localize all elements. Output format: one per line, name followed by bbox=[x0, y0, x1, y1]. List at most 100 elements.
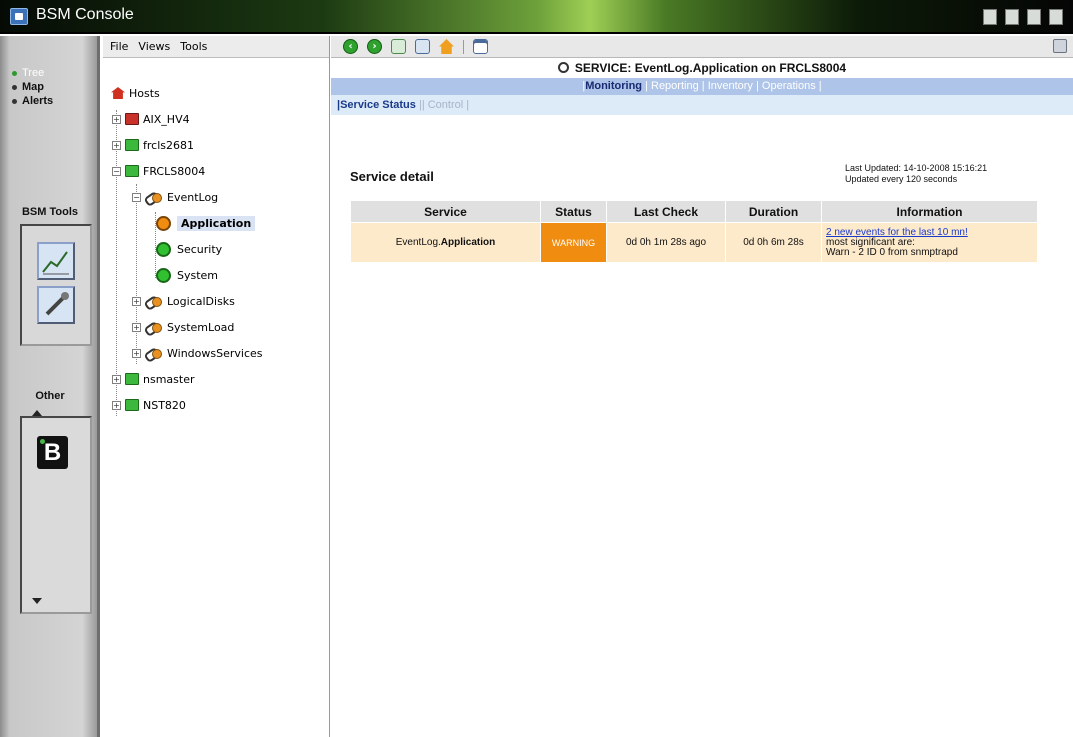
service-group-icon bbox=[145, 321, 163, 334]
bsm-tools-title: BSM Tools bbox=[21, 206, 78, 218]
tab-reporting[interactable]: Reporting bbox=[651, 80, 699, 92]
refresh-icon[interactable] bbox=[415, 39, 430, 54]
back-icon[interactable]: ‹ bbox=[343, 39, 358, 54]
tree-node-host[interactable]: + NST820 bbox=[112, 396, 186, 414]
server-icon bbox=[125, 139, 139, 151]
tree-guide-line bbox=[136, 184, 137, 364]
service-group-icon bbox=[145, 295, 163, 308]
bsm-logo-icon bbox=[10, 8, 28, 25]
tab-operations[interactable]: Operations bbox=[762, 80, 816, 92]
tools-icon[interactable] bbox=[37, 286, 75, 324]
expand-icon[interactable]: + bbox=[112, 140, 121, 150]
bsm-b-icon[interactable]: B bbox=[37, 436, 68, 469]
window-icon[interactable] bbox=[473, 39, 488, 54]
tree-node-label: System bbox=[177, 268, 219, 282]
document-icon[interactable] bbox=[391, 39, 406, 54]
server-icon bbox=[125, 113, 139, 125]
expand-icon[interactable]: + bbox=[112, 114, 121, 124]
home-icon bbox=[111, 87, 125, 99]
tree-node-label: nsmaster bbox=[143, 372, 195, 386]
title-actions bbox=[983, 9, 1063, 25]
tree-panel: File Views Tools Hosts + AIX_HV4 + frcls… bbox=[103, 36, 330, 737]
tree-node-label: WindowsServices bbox=[167, 346, 263, 360]
table-header-row: Service Status Last Check Duration Infor… bbox=[350, 200, 1038, 223]
server-icon bbox=[125, 399, 139, 411]
tree-node-hosts[interactable]: Hosts bbox=[111, 84, 160, 102]
service-detail-title: Service detail bbox=[350, 169, 434, 184]
bullet-icon bbox=[12, 84, 17, 90]
tree-node-host[interactable]: + frcls2681 bbox=[112, 136, 194, 154]
bullet-icon bbox=[12, 70, 17, 76]
service-table: Service Status Last Check Duration Infor… bbox=[350, 200, 1038, 263]
nav-item-map[interactable]: Map bbox=[12, 80, 53, 94]
tree-node-label: Security bbox=[177, 242, 223, 256]
cell-last-check: 0d 0h 1m 28s ago bbox=[606, 222, 726, 263]
nav-item-tree[interactable]: Tree bbox=[12, 66, 53, 80]
nav-item-label: Tree bbox=[22, 67, 45, 79]
tree-node-label: SystemLoad bbox=[167, 320, 235, 334]
service-group-icon bbox=[145, 191, 163, 204]
service-ok-icon bbox=[156, 241, 171, 257]
bsm-tools-panel bbox=[20, 224, 92, 346]
tree-node-group-systemload[interactable]: + SystemLoad bbox=[132, 318, 234, 336]
expand-icon[interactable]: + bbox=[112, 400, 121, 410]
service-header: SERVICE: EventLog.Application on FRCLS80… bbox=[331, 58, 1073, 78]
expand-icon[interactable]: + bbox=[132, 322, 141, 332]
tree-node-label: LogicalDisks bbox=[167, 294, 235, 308]
subtab-bar: |Service Status || Control | bbox=[331, 95, 1073, 115]
info-line-3: Warn - 2 ID 0 from snmptrapd bbox=[826, 246, 958, 258]
update-interval-text: Updated every 120 seconds bbox=[845, 174, 958, 184]
menu-file[interactable]: File bbox=[110, 40, 128, 53]
document-shortcut-icon[interactable] bbox=[1005, 9, 1019, 25]
tab-bar: |Monitoring | Reporting | Inventory | Op… bbox=[331, 78, 1073, 95]
tree-node-group-windowsservices[interactable]: + WindowsServices bbox=[132, 344, 263, 362]
expand-icon[interactable]: + bbox=[132, 296, 141, 306]
other-title: Other bbox=[35, 390, 65, 402]
tree-node-service-application[interactable]: Application bbox=[156, 214, 256, 232]
column-header-information: Information bbox=[821, 200, 1038, 223]
nav-item-label: Map bbox=[22, 81, 44, 93]
bullet-icon bbox=[12, 98, 17, 104]
column-header-status: Status bbox=[540, 200, 607, 223]
server-icon bbox=[125, 165, 139, 177]
tree-node-group-logicaldisks[interactable]: + LogicalDisks bbox=[132, 292, 235, 310]
cell-duration: 0d 0h 6m 28s bbox=[725, 222, 822, 263]
service-warning-icon bbox=[156, 215, 171, 231]
tree-node-service-security[interactable]: Security bbox=[156, 240, 222, 258]
nav-item-label: Alerts bbox=[22, 95, 54, 107]
cell-information: 2 new events for the last 10 mn! most si… bbox=[821, 222, 1038, 263]
tree-node-host[interactable]: − FRCLS8004 bbox=[112, 162, 205, 180]
menu-tools[interactable]: Tools bbox=[180, 40, 207, 53]
collapse-icon[interactable]: − bbox=[112, 166, 121, 176]
toolbar-divider bbox=[463, 39, 464, 54]
scroll-down-icon[interactable] bbox=[32, 598, 42, 604]
expand-icon[interactable]: + bbox=[112, 374, 121, 384]
tree-node-service-system[interactable]: System bbox=[156, 266, 218, 284]
tree-node-label: FRCLS8004 bbox=[143, 164, 206, 178]
tree-node-host[interactable]: + nsmaster bbox=[112, 370, 195, 388]
user-shortcut-icon[interactable] bbox=[1027, 9, 1041, 25]
tab-monitoring[interactable]: Monitoring bbox=[585, 80, 642, 92]
tab-inventory[interactable]: Inventory bbox=[708, 80, 753, 92]
service-group-icon bbox=[145, 347, 163, 360]
save-shortcut-icon[interactable] bbox=[1049, 9, 1063, 25]
cell-status: WARNING bbox=[540, 222, 607, 263]
menu-views[interactable]: Views bbox=[138, 40, 170, 53]
user-icon[interactable] bbox=[1053, 39, 1067, 53]
tree-node-group-eventlog[interactable]: − EventLog bbox=[132, 188, 218, 206]
subtab-service-status[interactable]: Service Status bbox=[340, 99, 416, 111]
forward-icon[interactable]: › bbox=[367, 39, 382, 54]
tree-node-label: AIX_HV4 bbox=[143, 112, 190, 126]
window-title: BSM Console bbox=[36, 6, 134, 23]
service-ok-icon bbox=[156, 267, 171, 283]
tool-shortcut-icon[interactable] bbox=[983, 9, 997, 25]
column-header-duration: Duration bbox=[725, 200, 822, 223]
home-icon[interactable] bbox=[439, 39, 454, 54]
tree-node-host[interactable]: + AIX_HV4 bbox=[112, 110, 190, 128]
subtab-control[interactable]: Control bbox=[428, 99, 463, 111]
expand-icon[interactable]: + bbox=[132, 348, 141, 358]
collapse-icon[interactable]: − bbox=[132, 192, 141, 202]
nav-list: Tree Map Alerts bbox=[12, 66, 53, 108]
chart-icon[interactable] bbox=[37, 242, 75, 280]
nav-item-alerts[interactable]: Alerts bbox=[12, 94, 53, 108]
